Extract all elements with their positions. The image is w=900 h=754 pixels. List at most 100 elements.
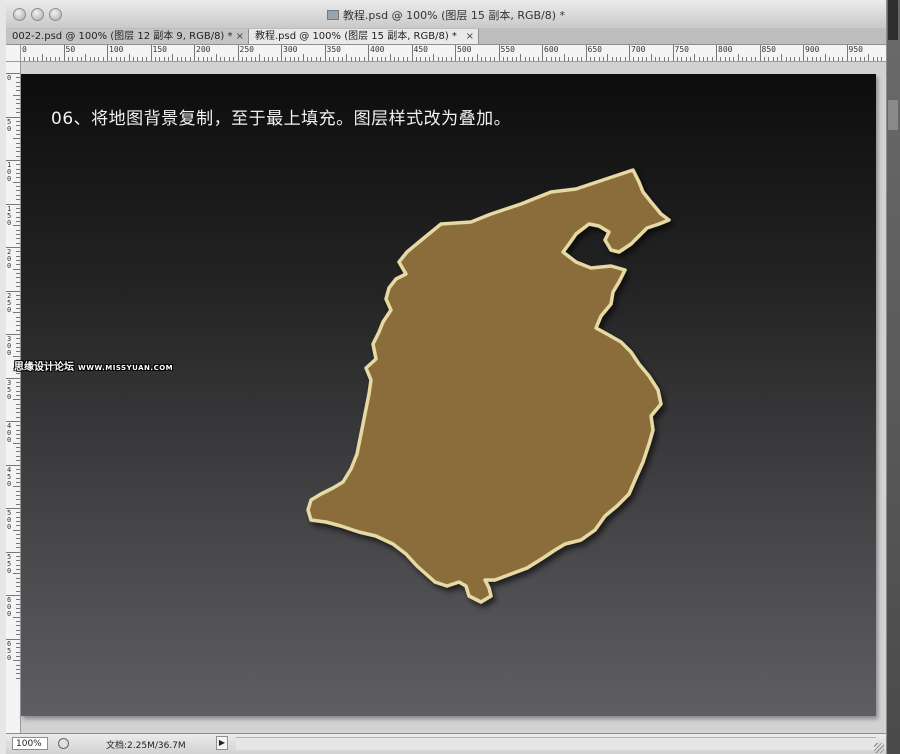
ruler-minor-tick (16, 320, 20, 322)
ruler-minor-tick (98, 57, 100, 61)
ruler-minor-tick (16, 168, 20, 170)
ruler-origin[interactable] (6, 45, 21, 62)
ruler-label: 600 (7, 596, 12, 618)
ruler-minor-tick (16, 199, 20, 201)
ruler-minor-tick (16, 425, 20, 427)
map-shape-layer (306, 168, 671, 604)
ruler-minor-tick (568, 57, 570, 61)
ruler-minor-tick (37, 57, 39, 61)
ruler-minor-tick (13, 442, 20, 444)
ruler-minor-tick (563, 54, 565, 61)
ruler-minor-tick (589, 57, 591, 61)
ruler-minor-tick (16, 434, 20, 436)
status-menu-arrow-icon[interactable]: ▶ (216, 736, 228, 750)
close-tab-icon[interactable]: × (466, 29, 474, 44)
document-profile-icon[interactable] (58, 738, 69, 749)
ruler-minor-tick (615, 57, 617, 61)
ruler-minor-tick (185, 57, 187, 61)
ruler-minor-tick (16, 190, 20, 192)
ruler-minor-tick (141, 57, 143, 61)
ruler-minor-tick (85, 54, 87, 61)
ruler-label: 350 (7, 378, 12, 401)
ruler-minor-tick (16, 146, 20, 148)
horizontal-ruler[interactable]: 0 50 100 150 200 250 300 350 400 450 500 550 600 650 7… (6, 45, 886, 62)
ruler-minor-tick (16, 647, 20, 649)
ruler-minor-tick (372, 57, 374, 61)
ruler-minor-tick (224, 57, 226, 61)
ruler-minor-tick (16, 238, 20, 240)
vertical-ruler[interactable]: 0 50 100 150 200 250 300 350 400 450 500 550 600 650 (6, 61, 21, 733)
ruler-minor-tick (659, 57, 661, 61)
ruler-minor-tick (850, 57, 852, 61)
ruler-minor-tick (89, 57, 91, 61)
ruler-label: 450 (413, 45, 428, 54)
ruler-tick (150, 45, 152, 61)
ruler-minor-tick (602, 57, 604, 61)
tab-jiaocheng-psd[interactable]: 教程.psd @ 100% (图层 15 副本, RGB/8) * × (249, 29, 479, 44)
ruler-minor-tick (16, 133, 20, 135)
ruler-minor-tick (41, 54, 43, 61)
ruler-minor-tick (72, 57, 74, 61)
ruler-label: 900 (805, 45, 820, 54)
ruler-minor-tick (811, 57, 813, 61)
ruler-label: 200 (7, 248, 12, 270)
ruler-minor-tick (250, 57, 252, 61)
ruler-minor-tick (16, 194, 20, 196)
ruler-minor-tick (16, 90, 20, 92)
site-watermark: 思缘设计论坛 WWW.MISSYUAN.COM (14, 358, 173, 373)
ruler-minor-tick (16, 481, 20, 483)
ruler-minor-tick (320, 57, 322, 61)
ruler-minor-tick (359, 57, 361, 61)
ruler-minor-tick (198, 57, 200, 61)
ruler-minor-tick (16, 242, 20, 244)
ruler-minor-tick (13, 94, 20, 96)
ruler-minor-tick (16, 416, 20, 418)
ruler-minor-tick (16, 577, 20, 579)
ruler-minor-tick (341, 57, 343, 61)
ruler-tick (107, 45, 108, 61)
ruler-minor-tick (16, 281, 20, 283)
document-canvas[interactable]: 06、将地图背景复制，至于最上填充。图层样式改为叠加。 (21, 74, 876, 716)
ruler-minor-tick (16, 473, 20, 475)
ruler-minor-tick (729, 57, 731, 61)
ruler-minor-tick (668, 57, 670, 61)
ruler-minor-tick (16, 99, 20, 101)
zoom-level-field[interactable]: 100% (12, 737, 48, 750)
ruler-minor-tick (16, 521, 20, 523)
ruler-minor-tick (16, 581, 20, 583)
ruler-minor-tick (624, 57, 626, 61)
ruler-minor-tick (16, 673, 20, 675)
ruler-minor-tick (733, 57, 735, 61)
document-window: 教程.psd @ 100% (图层 15 副本, RGB/8) * 002-2.… (6, 0, 887, 754)
ruler-minor-tick (13, 486, 20, 488)
horizontal-scrollbar[interactable] (236, 737, 876, 750)
ruler-minor-tick (681, 57, 683, 61)
ruler-minor-tick (16, 651, 20, 653)
ruler-tick (672, 45, 674, 61)
ruler-minor-tick (13, 268, 20, 270)
ruler-label: 850 (761, 45, 776, 54)
ruler-minor-tick (311, 57, 313, 61)
ruler-minor-tick (837, 57, 839, 61)
map-outline (306, 168, 671, 604)
close-tab-icon[interactable]: × (236, 29, 244, 44)
tab-002-2-psd[interactable]: 002-2.psd @ 100% (图层 12 副本 9, RGB/8) * × (6, 29, 249, 44)
ruler-minor-tick (676, 57, 678, 61)
ruler-minor-tick (755, 57, 757, 61)
ruler-minor-tick (489, 57, 491, 61)
ruler-label: 0 (7, 74, 12, 82)
ruler-minor-tick (655, 57, 657, 61)
ruler-minor-tick (611, 57, 613, 61)
ruler-minor-tick (267, 57, 269, 61)
ruler-minor-tick (16, 586, 20, 588)
ruler-minor-tick (537, 57, 539, 61)
ruler-minor-tick (16, 599, 20, 601)
resize-grip-icon[interactable] (874, 743, 884, 753)
ruler-minor-tick (502, 57, 504, 61)
ruler-minor-tick (842, 57, 844, 61)
ruler-minor-tick (389, 54, 391, 61)
title-bar[interactable]: 教程.psd @ 100% (图层 15 副本, RGB/8) * (6, 0, 886, 29)
screen: 教程.psd @ 100% (图层 15 副本, RGB/8) * 002-2.… (0, 0, 900, 754)
ruler-minor-tick (476, 54, 478, 61)
ruler-minor-tick (16, 538, 20, 540)
